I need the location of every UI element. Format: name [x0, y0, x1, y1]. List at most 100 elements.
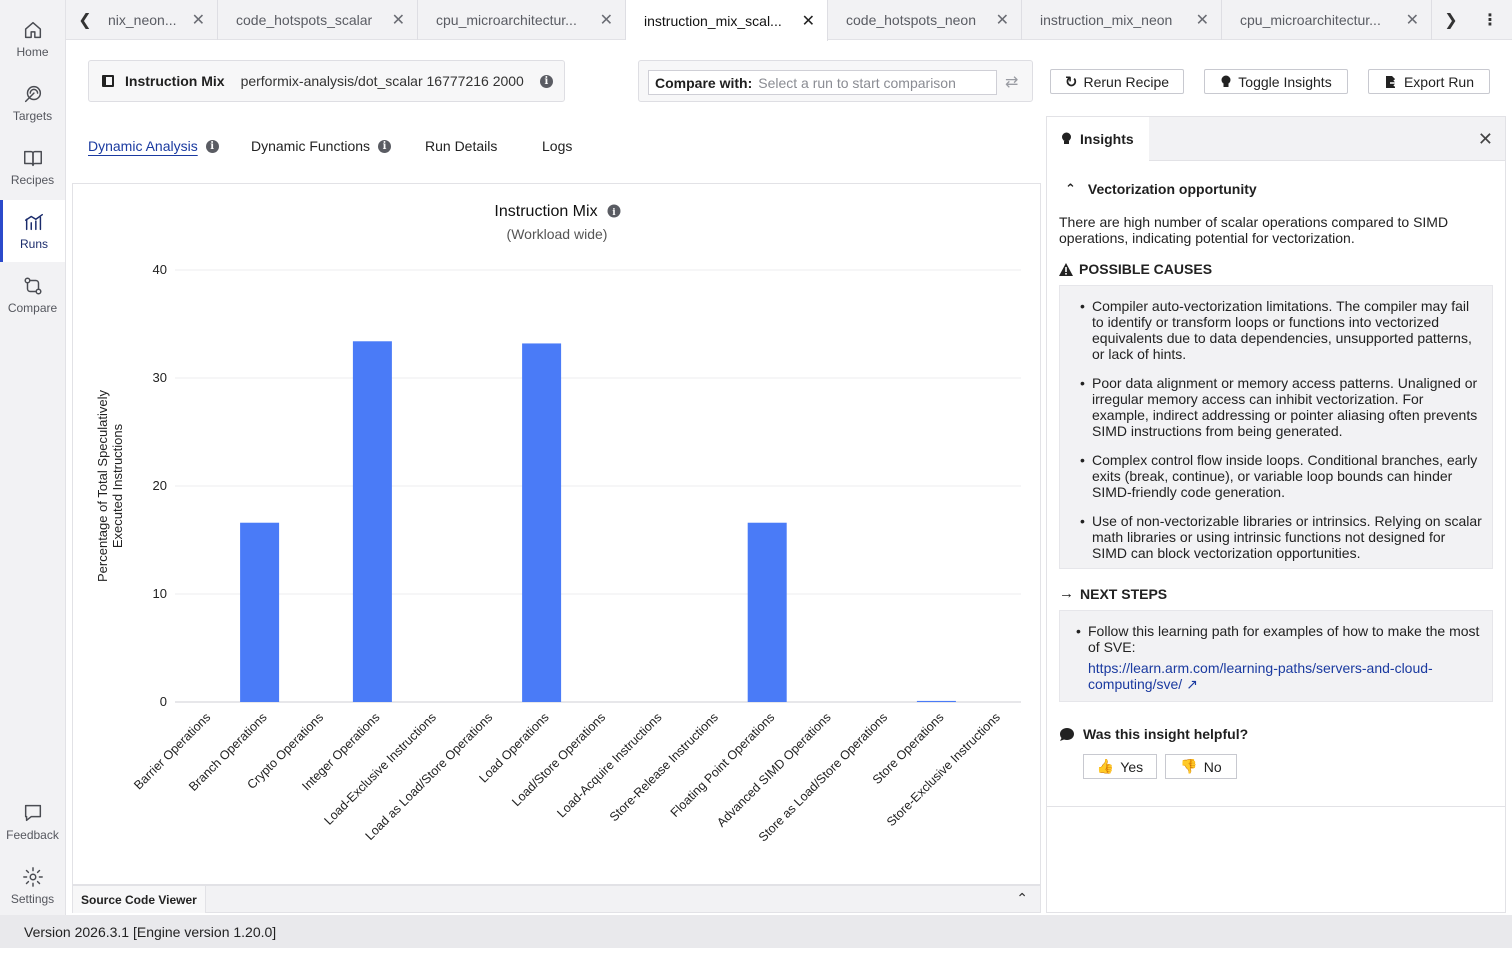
info-icon-glyph: i [612, 208, 616, 218]
home-icon [24, 21, 41, 39]
source-code-viewer-tab[interactable]: Source Code Viewer [73, 886, 206, 913]
feedback-icon [24, 804, 41, 822]
tab-run[interactable]: cpu_microarchitectur... ✕ [1222, 0, 1432, 40]
chat-icon [1060, 727, 1074, 741]
info-icon[interactable]: i [378, 139, 392, 153]
targets-icon [24, 85, 41, 103]
tab-label: cpu_microarchitectur... [436, 12, 577, 28]
nav-label: Recipes [10, 173, 55, 187]
x-tick-label: Load as Load/Store Operations [363, 710, 496, 843]
subtab-dynamic-analysis[interactable]: Dynamic Analysis i [88, 138, 219, 154]
x-tick-label: Floating Point Operations [668, 710, 778, 820]
compare-label: Compare with: [655, 74, 753, 91]
x-tick-label: Advanced SIMD Operations [714, 710, 833, 829]
feedback-no-button[interactable]: 👎 No [1165, 754, 1237, 779]
nav-item-home[interactable]: Home [0, 8, 65, 70]
info-icon[interactable]: i [539, 74, 553, 88]
feedback-question: Was this insight helpful? [1059, 726, 1248, 742]
tabs-scroll-right-icon[interactable]: ❯ [1432, 0, 1470, 40]
insights-header: Insights ✕ [1047, 117, 1505, 161]
possible-causes-box: Compiler auto-vectorization limitations.… [1059, 285, 1493, 569]
tab-label: instruction_mix_scal... [644, 12, 782, 29]
feedback-yes-button[interactable]: 👍 Yes [1083, 754, 1157, 779]
nav-label: Settings [10, 892, 55, 906]
cause-item: Poor data alignment or memory access pat… [1076, 375, 1482, 439]
subtab-label: Run Details [425, 138, 498, 154]
tab-run[interactable]: instruction_mix_neon ✕ [1022, 0, 1222, 40]
y-tick-label: 20 [153, 478, 167, 493]
tabs-scroll-left-icon[interactable]: ❮ [66, 0, 104, 40]
subtab-logs[interactable]: Logs [542, 138, 572, 154]
subtab-label: Dynamic Analysis [88, 138, 198, 154]
export-icon [1385, 75, 1398, 88]
close-icon[interactable]: ✕ [996, 10, 1009, 30]
insights-tab[interactable]: Insights [1047, 117, 1149, 161]
close-icon[interactable]: ✕ [1406, 10, 1419, 30]
compare-placeholder: Select a run to start comparison [758, 74, 956, 91]
nav-label: Feedback [6, 828, 59, 842]
refresh-icon: ↻ [1064, 73, 1078, 91]
close-icon[interactable]: ✕ [1196, 10, 1209, 30]
y-tick-label: 40 [153, 262, 167, 277]
tab-label: nix_neon... [108, 12, 177, 28]
rerun-recipe-button[interactable]: ↻ Rerun Recipe [1050, 69, 1184, 94]
close-icon[interactable]: ✕ [192, 10, 205, 30]
insight-toggle[interactable]: ⌃ Vectorization opportunity [1065, 181, 1257, 197]
external-link-icon[interactable]: ↗ [1186, 676, 1198, 692]
y-tick-label: 30 [153, 370, 167, 385]
info-icon[interactable]: i [205, 139, 219, 153]
nav-item-compare[interactable]: Compare [0, 264, 65, 326]
nav-item-targets[interactable]: Targets [0, 72, 65, 134]
chart-panel: Instruction Mix i (Workload wide) 0 10 20 30 40… [72, 183, 1041, 885]
tab-label: code_hotspots_scalar [236, 12, 373, 28]
divider [1047, 806, 1505, 807]
app-window: Home Targets Recipes Runs Compare Feedba… [0, 0, 1512, 972]
tab-run[interactable]: nix_neon... ✕ [104, 0, 218, 40]
tab-run[interactable]: code_hotspots_scalar ✕ [218, 0, 418, 40]
compare-panel: Compare with: Select a run to start comp… [638, 60, 1033, 102]
nav-item-settings[interactable]: Settings [0, 855, 65, 917]
source-code-viewer-bar: Source Code Viewer ⌃ [72, 885, 1041, 913]
more-vertical-icon[interactable]: ⋮ [1472, 0, 1508, 40]
tab-run-active[interactable]: instruction_mix_scal... ✕ [626, 0, 828, 41]
cause-item: Complex control flow inside loops. Condi… [1076, 452, 1482, 500]
tab-run[interactable]: cpu_microarchitectur... ✕ [418, 0, 626, 40]
close-icon[interactable]: ✕ [1478, 129, 1493, 150]
nav-item-feedback[interactable]: Feedback [0, 791, 65, 853]
nav-label: Runs [19, 237, 48, 251]
learning-path-link[interactable]: https://learn.arm.com/learning-paths/ser… [1088, 660, 1433, 692]
swap-icon[interactable]: ⇄ [1005, 72, 1018, 92]
nav-item-recipes[interactable]: Recipes [0, 136, 65, 198]
thumbs-down-icon: 👎 [1180, 758, 1198, 774]
tab-label: cpu_microarchitectur... [1240, 12, 1381, 28]
export-run-button[interactable]: Export Run [1368, 69, 1490, 94]
close-icon[interactable]: ✕ [802, 11, 815, 31]
run-header: Instruction Mix performix-analysis/dot_s… [88, 60, 565, 102]
close-icon[interactable]: ✕ [392, 10, 405, 30]
runs-icon [25, 213, 43, 231]
insights-panel: Insights ✕ ⌃ Vectorization opportunity T… [1046, 116, 1506, 913]
toggle-insights-button[interactable]: Toggle Insights [1204, 69, 1348, 94]
subtab-label: Dynamic Functions [251, 138, 371, 154]
compare-select[interactable]: Compare with: Select a run to start comp… [648, 70, 997, 95]
y-tick-label: 0 [160, 694, 167, 709]
rerun-label: Rerun Recipe [1083, 73, 1170, 90]
bar [916, 700, 956, 702]
x-tick-label: Store-Release Instructions [607, 710, 721, 824]
nav-label: Home [16, 45, 49, 59]
subtab-run-details[interactable]: Run Details [425, 138, 497, 154]
cause-item: Use of non-vectorizable libraries or int… [1076, 513, 1482, 561]
insight-description: There are high number of scalar operatio… [1059, 214, 1449, 246]
chevron-up-icon[interactable]: ⌃ [1016, 890, 1028, 907]
subtab-label: Logs [542, 138, 573, 154]
close-icon[interactable]: ✕ [600, 10, 613, 30]
bar [747, 522, 787, 702]
next-steps-heading: → NEXT STEPS [1059, 585, 1167, 602]
next-step-text: Follow this learning path for examples o… [1088, 623, 1480, 655]
tab-run[interactable]: code_hotspots_neon ✕ [828, 0, 1022, 40]
version-text: Version 2026.3.1 [Engine version 1.20.0] [24, 923, 277, 940]
x-tick-label: Load-Exclusive Instructions [321, 710, 438, 827]
tab-label: code_hotspots_neon [846, 12, 976, 28]
nav-item-runs[interactable]: Runs [0, 200, 65, 262]
subtab-dynamic-functions[interactable]: Dynamic Functions i [251, 138, 392, 154]
